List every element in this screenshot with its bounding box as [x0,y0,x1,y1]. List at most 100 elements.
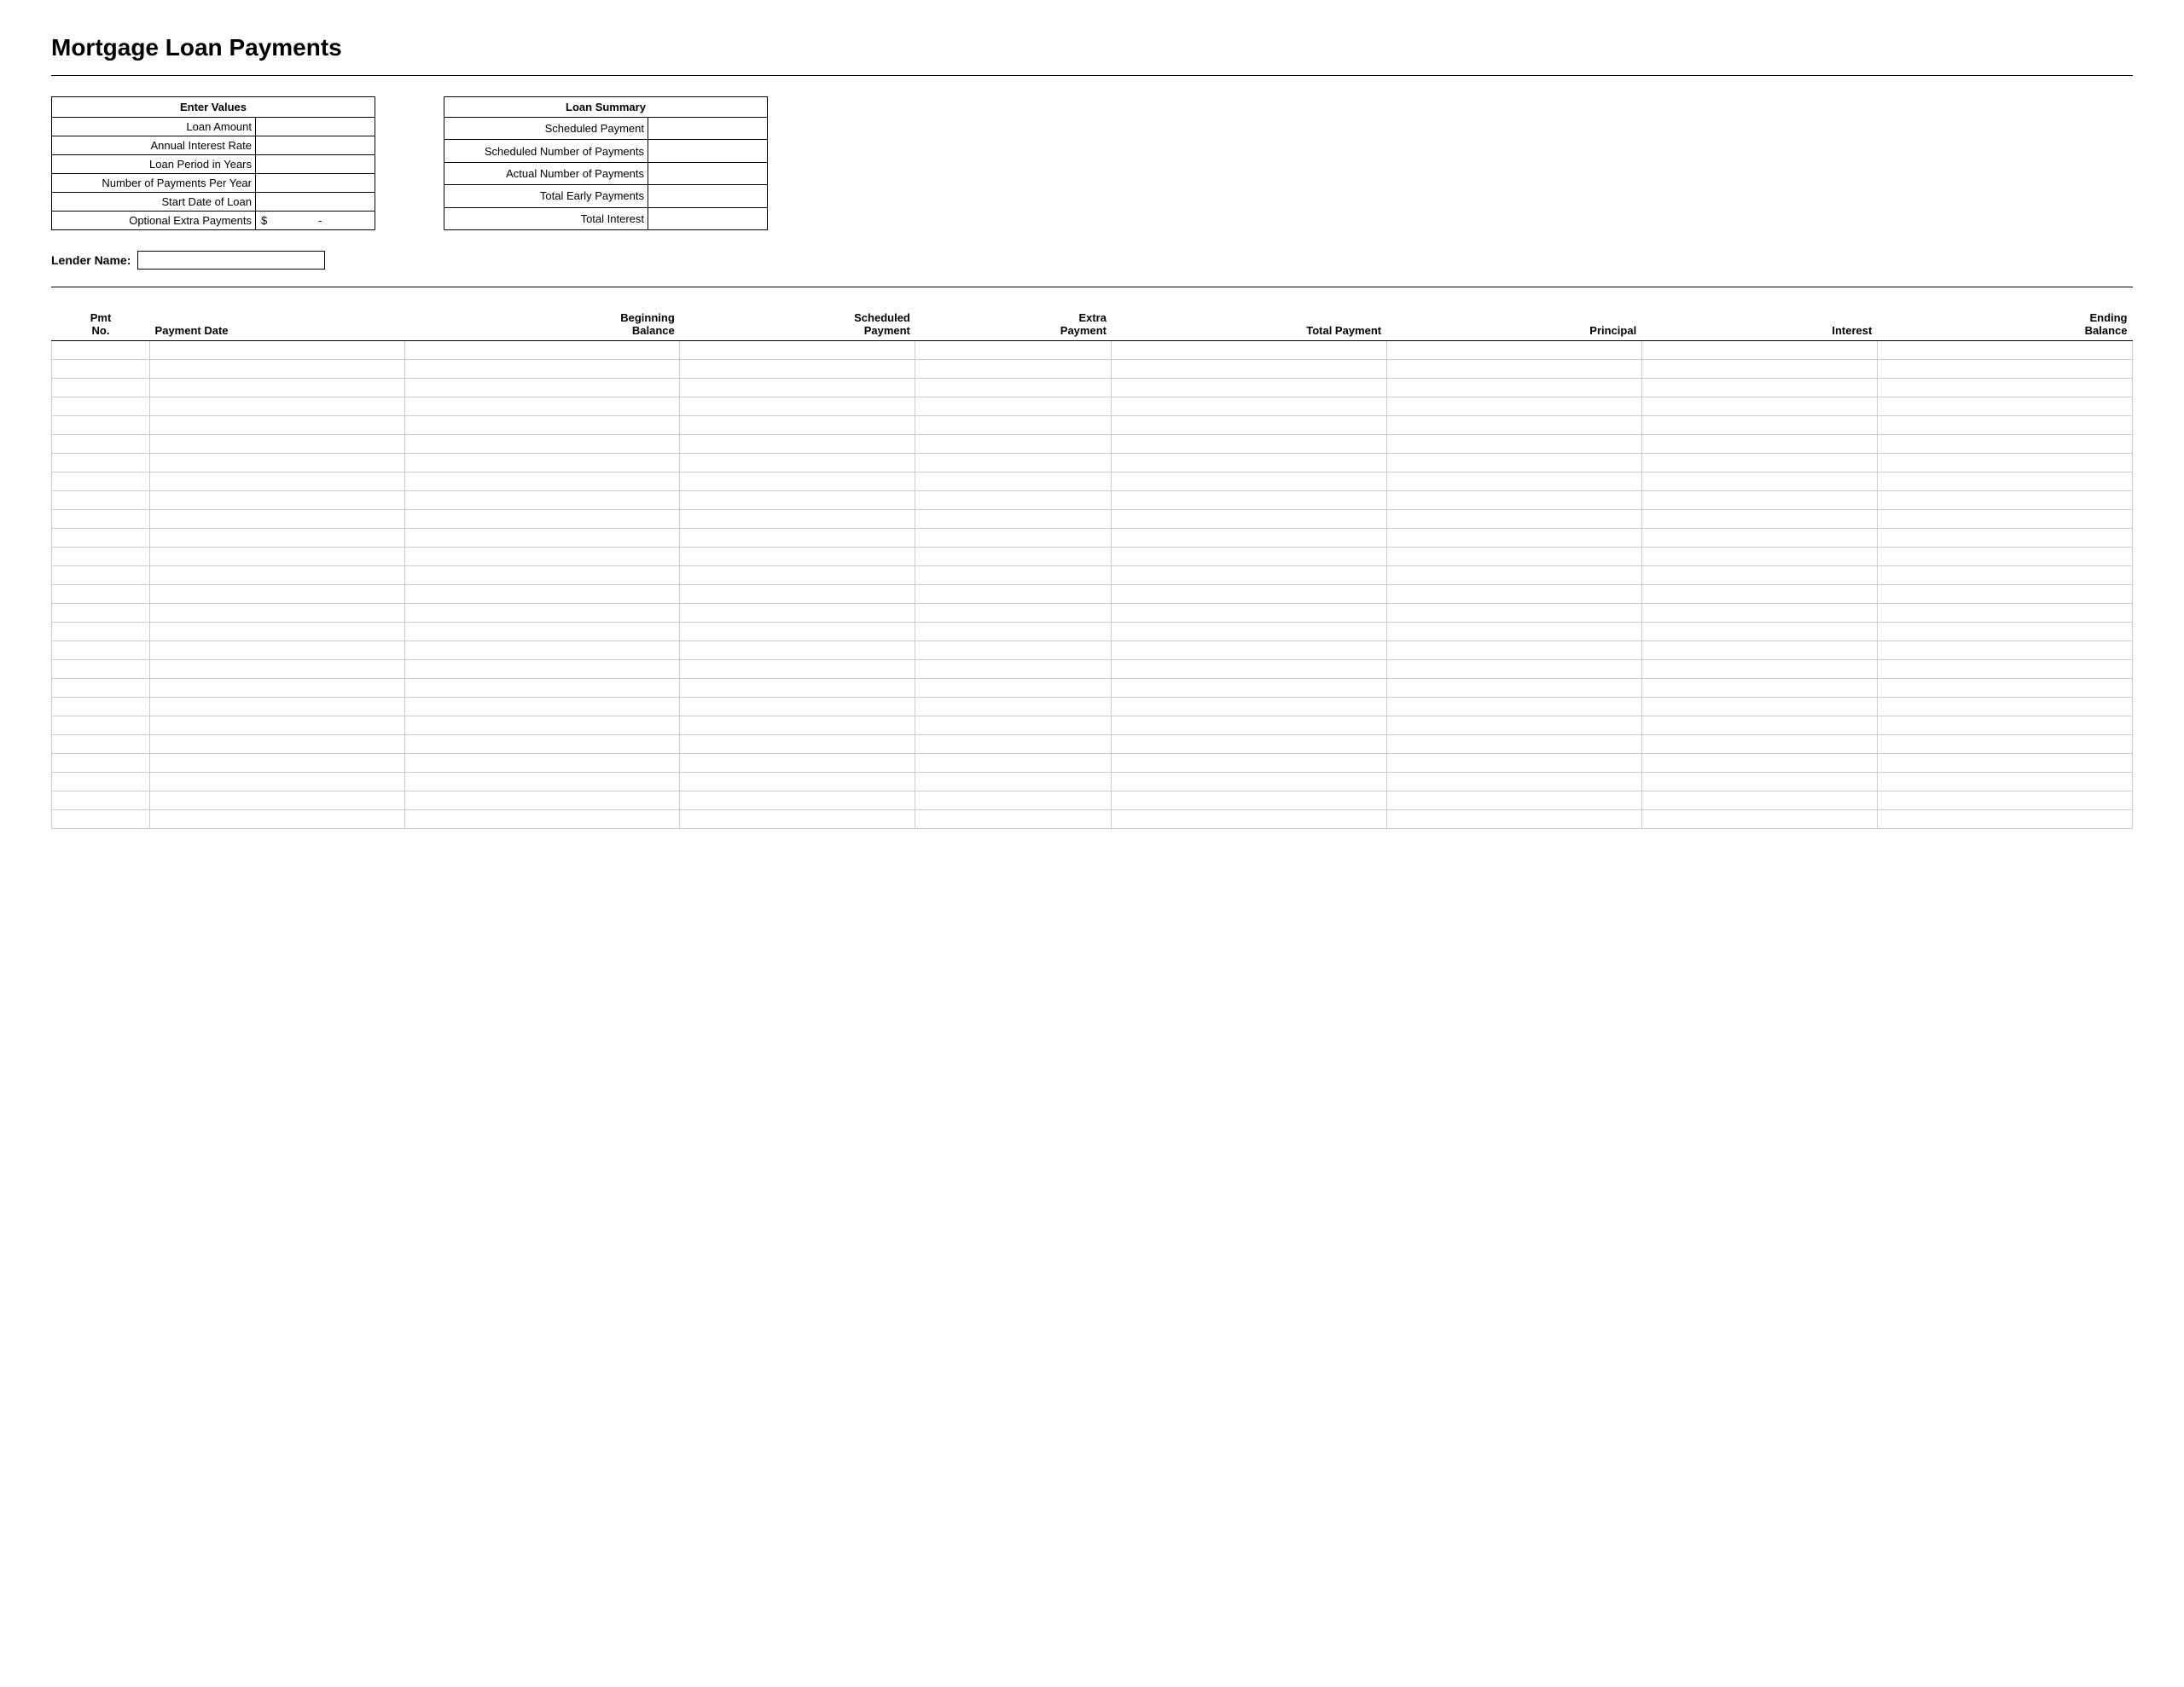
table-cell[interactable] [52,566,150,585]
table-cell[interactable] [405,604,680,623]
table-cell[interactable] [1386,585,1641,604]
table-cell[interactable] [915,472,1112,491]
table-cell[interactable] [1877,773,2132,791]
table-cell[interactable] [680,754,915,773]
table-cell[interactable] [52,604,150,623]
table-cell[interactable] [150,810,405,829]
table-cell[interactable] [1641,791,1877,810]
table-cell[interactable] [52,660,150,679]
table-cell[interactable] [680,548,915,566]
table-cell[interactable] [1112,604,1386,623]
table-cell[interactable] [1641,810,1877,829]
table-cell[interactable] [150,754,405,773]
table-cell[interactable] [1112,491,1386,510]
table-cell[interactable] [680,716,915,735]
table-cell[interactable] [405,735,680,754]
table-cell[interactable] [52,379,150,397]
table-cell[interactable] [1641,397,1877,416]
table-cell[interactable] [150,566,405,585]
table-cell[interactable] [405,379,680,397]
table-cell[interactable] [405,585,680,604]
table-cell[interactable] [1641,341,1877,360]
table-cell[interactable] [1386,754,1641,773]
table-cell[interactable] [405,679,680,698]
table-cell[interactable] [1641,754,1877,773]
table-cell[interactable] [1112,379,1386,397]
table-cell[interactable] [915,548,1112,566]
table-cell[interactable] [915,454,1112,472]
table-cell[interactable] [150,773,405,791]
table-cell[interactable] [680,604,915,623]
table-cell[interactable] [680,810,915,829]
table-cell[interactable] [680,679,915,698]
table-cell[interactable] [1877,548,2132,566]
table-cell[interactable] [680,510,915,529]
loan-summary-value-cell[interactable] [648,162,768,184]
table-cell[interactable] [405,529,680,548]
table-cell[interactable] [52,472,150,491]
table-cell[interactable] [1641,529,1877,548]
table-cell[interactable] [52,716,150,735]
table-cell[interactable] [52,491,150,510]
table-cell[interactable] [680,379,915,397]
table-cell[interactable] [1386,623,1641,641]
table-cell[interactable] [680,435,915,454]
table-cell[interactable] [1877,735,2132,754]
table-cell[interactable] [915,773,1112,791]
table-cell[interactable] [405,754,680,773]
table-cell[interactable] [150,604,405,623]
table-cell[interactable] [915,810,1112,829]
table-cell[interactable] [150,698,405,716]
table-cell[interactable] [1877,529,2132,548]
table-cell[interactable] [1112,510,1386,529]
table-cell[interactable] [52,435,150,454]
table-cell[interactable] [1386,360,1641,379]
table-cell[interactable] [915,510,1112,529]
table-cell[interactable] [150,623,405,641]
table-cell[interactable] [1112,341,1386,360]
table-cell[interactable] [1641,416,1877,435]
table-cell[interactable] [1641,623,1877,641]
table-cell[interactable] [1877,491,2132,510]
table-cell[interactable] [405,510,680,529]
loan-summary-value-cell[interactable] [648,118,768,140]
table-cell[interactable] [405,491,680,510]
table-cell[interactable] [1112,679,1386,698]
table-cell[interactable] [1112,472,1386,491]
table-cell[interactable] [405,454,680,472]
table-cell[interactable] [1877,604,2132,623]
table-cell[interactable] [1386,435,1641,454]
table-cell[interactable] [405,641,680,660]
table-cell[interactable] [1112,548,1386,566]
table-cell[interactable] [405,397,680,416]
enter-values-value-cell[interactable] [256,155,375,174]
table-cell[interactable] [680,566,915,585]
table-cell[interactable] [1641,716,1877,735]
table-cell[interactable] [405,435,680,454]
table-cell[interactable] [915,641,1112,660]
table-cell[interactable] [1877,716,2132,735]
table-cell[interactable] [1112,623,1386,641]
table-cell[interactable] [1386,416,1641,435]
table-cell[interactable] [1386,510,1641,529]
table-cell[interactable] [680,341,915,360]
table-cell[interactable] [1877,510,2132,529]
table-cell[interactable] [52,360,150,379]
table-cell[interactable] [405,472,680,491]
table-cell[interactable] [150,491,405,510]
table-cell[interactable] [680,773,915,791]
table-cell[interactable] [52,585,150,604]
table-cell[interactable] [1112,529,1386,548]
table-cell[interactable] [1386,379,1641,397]
table-cell[interactable] [680,623,915,641]
table-cell[interactable] [150,341,405,360]
loan-summary-value-cell[interactable] [648,140,768,162]
table-cell[interactable] [1112,810,1386,829]
table-cell[interactable] [150,360,405,379]
table-cell[interactable] [405,698,680,716]
table-cell[interactable] [680,360,915,379]
table-cell[interactable] [680,491,915,510]
table-cell[interactable] [1877,810,2132,829]
table-cell[interactable] [1386,791,1641,810]
table-cell[interactable] [680,472,915,491]
